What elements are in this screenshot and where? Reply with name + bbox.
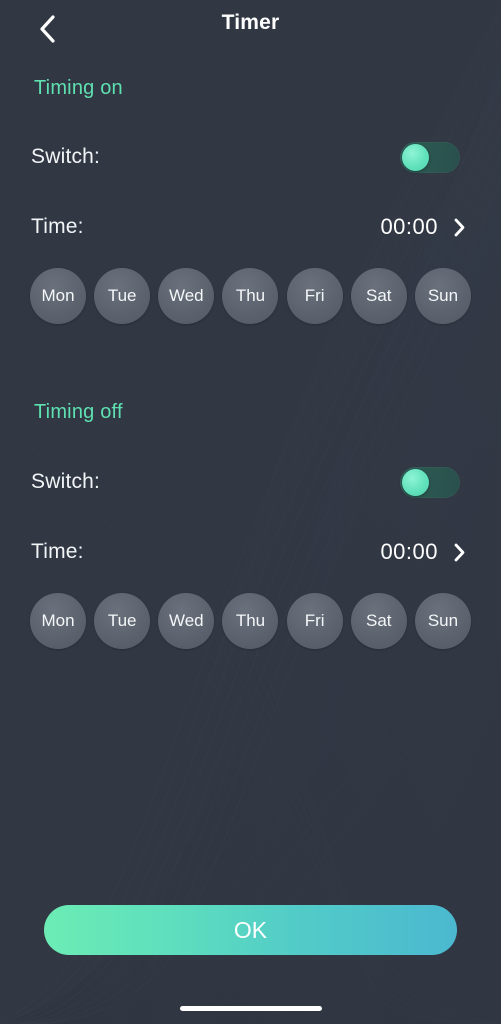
home-indicator (179, 1006, 322, 1011)
switch-toggle-timing-on[interactable] (400, 142, 460, 173)
switch-label-timing-off: Switch: (31, 470, 101, 493)
page-header: Timer (0, 0, 501, 56)
toggle-knob (402, 144, 429, 171)
day-chip-thu[interactable]: Thu (222, 593, 279, 649)
day-chip-mon[interactable]: Mon (30, 268, 86, 324)
switch-label-timing-on: Switch: (31, 145, 101, 168)
day-selector-timing-on: Mon Tue Wed Thu Fri Sat Sun (30, 267, 471, 325)
ok-button[interactable]: OK (44, 905, 457, 955)
toggle-knob (402, 469, 429, 496)
day-chip-sat[interactable]: Sat (350, 593, 407, 649)
day-chip-tue[interactable]: Tue (94, 268, 151, 324)
time-label-timing-off: Time: (31, 540, 84, 563)
timer-screen: Timer Timing on Switch: Time: 00:00 Mon … (0, 0, 501, 1024)
time-label-timing-on: Time: (31, 215, 84, 238)
section-title-timing-on: Timing on (34, 77, 123, 99)
time-chevron-timing-off[interactable] (451, 539, 467, 565)
section-title-timing-off: Timing off (34, 401, 123, 423)
day-chip-sun[interactable]: Sun (414, 268, 471, 324)
day-chip-sun[interactable]: Sun (414, 593, 471, 649)
day-chip-tue[interactable]: Tue (94, 593, 151, 649)
switch-toggle-timing-off[interactable] (400, 467, 460, 498)
day-chip-fri[interactable]: Fri (286, 593, 343, 649)
day-chip-fri[interactable]: Fri (286, 268, 343, 324)
time-chevron-timing-on[interactable] (451, 214, 467, 240)
chevron-right-icon (454, 218, 464, 236)
time-value-timing-on[interactable]: 00:00 (380, 214, 438, 240)
chevron-right-icon (454, 543, 464, 561)
time-value-timing-off[interactable]: 00:00 (380, 539, 438, 565)
page-title: Timer (221, 11, 280, 34)
day-selector-timing-off: Mon Tue Wed Thu Fri Sat Sun (30, 592, 471, 650)
day-chip-sat[interactable]: Sat (350, 268, 407, 324)
day-chip-thu[interactable]: Thu (222, 268, 279, 324)
day-chip-mon[interactable]: Mon (30, 593, 86, 649)
day-chip-wed[interactable]: Wed (158, 593, 215, 649)
day-chip-wed[interactable]: Wed (158, 268, 215, 324)
